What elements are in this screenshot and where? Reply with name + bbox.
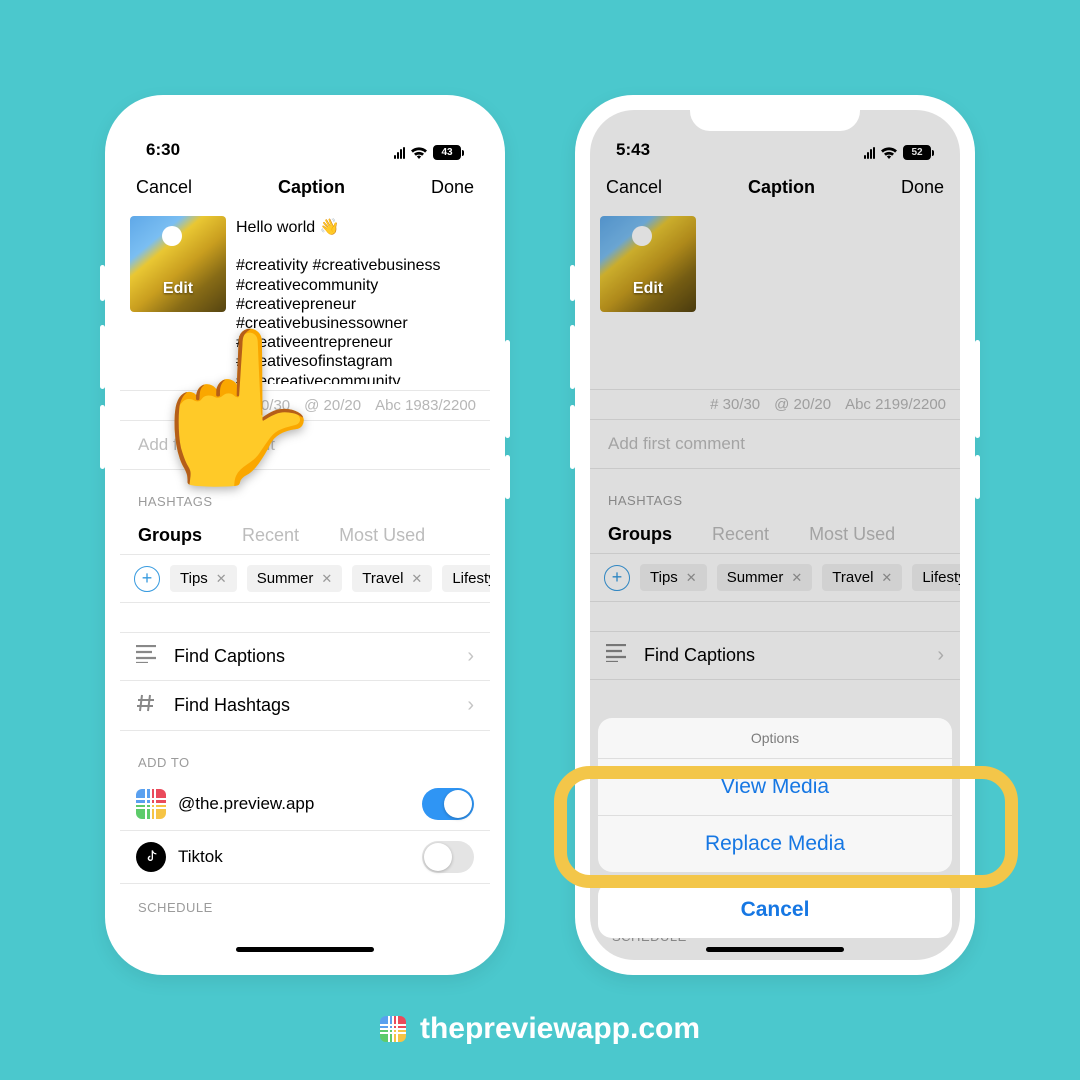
cellular-icon — [394, 147, 405, 159]
close-icon[interactable]: ✕ — [216, 571, 227, 587]
wifi-icon — [410, 146, 428, 159]
add-hashtag-group-button[interactable]: + — [134, 566, 160, 592]
nav-bar: Cancel Caption Done — [120, 164, 490, 210]
addto-tiktok-row: Tiktok — [120, 831, 490, 884]
pointing-hand-icon: 👆 — [140, 320, 327, 496]
edit-label: Edit — [633, 280, 663, 298]
addto-preview-row: @the.preview.app — [120, 778, 490, 831]
hash-icon — [136, 693, 156, 718]
preview-app-icon — [380, 1016, 406, 1042]
sheet-cancel[interactable]: Cancel — [598, 882, 952, 938]
edit-label: Edit — [163, 280, 193, 298]
home-indicator[interactable] — [236, 947, 374, 952]
char-counter: Abc 1983/2200 — [375, 397, 476, 414]
toggle-preview[interactable] — [422, 788, 474, 820]
tab-recent[interactable]: Recent — [242, 525, 299, 546]
chip-lifestyle[interactable]: Lifestyle✕ — [442, 565, 490, 592]
phone-left: 6:30 43 Cancel Caption Done Edit — [105, 95, 505, 975]
chip-travel[interactable]: Travel✕ — [352, 565, 432, 592]
tab-groups[interactable]: Groups — [138, 525, 202, 546]
home-indicator[interactable] — [706, 947, 844, 952]
lines-icon — [136, 645, 156, 668]
find-hashtags-row[interactable]: Find Hashtags › — [120, 681, 490, 731]
tiktok-icon — [136, 842, 166, 872]
chevron-right-icon: › — [467, 645, 474, 668]
media-thumbnail[interactable]: Edit — [130, 216, 226, 312]
chip-summer[interactable]: Summer✕ — [247, 565, 343, 592]
close-icon[interactable]: ✕ — [321, 571, 332, 587]
chevron-right-icon: › — [467, 694, 474, 717]
cancel-button[interactable]: Cancel — [136, 177, 192, 198]
page-title: Caption — [278, 177, 345, 198]
preview-app-icon — [136, 789, 166, 819]
done-button[interactable]: Done — [431, 177, 474, 198]
addto-section-label: ADD TO — [120, 731, 490, 778]
close-icon[interactable]: ✕ — [411, 571, 422, 587]
toggle-tiktok[interactable] — [422, 841, 474, 873]
footer: thepreviewapp.com — [0, 1012, 1080, 1046]
sheet-title: Options — [598, 718, 952, 759]
battery-icon: 43 — [433, 145, 461, 160]
footer-text: thepreviewapp.com — [420, 1012, 700, 1046]
status-time: 6:30 — [146, 140, 180, 160]
tab-most-used[interactable]: Most Used — [339, 525, 425, 546]
chip-tips[interactable]: Tips✕ — [170, 565, 237, 592]
schedule-section-label: SCHEDULE — [120, 884, 490, 923]
highlight-annotation — [554, 766, 1018, 888]
find-captions-row[interactable]: Find Captions › — [120, 633, 490, 681]
